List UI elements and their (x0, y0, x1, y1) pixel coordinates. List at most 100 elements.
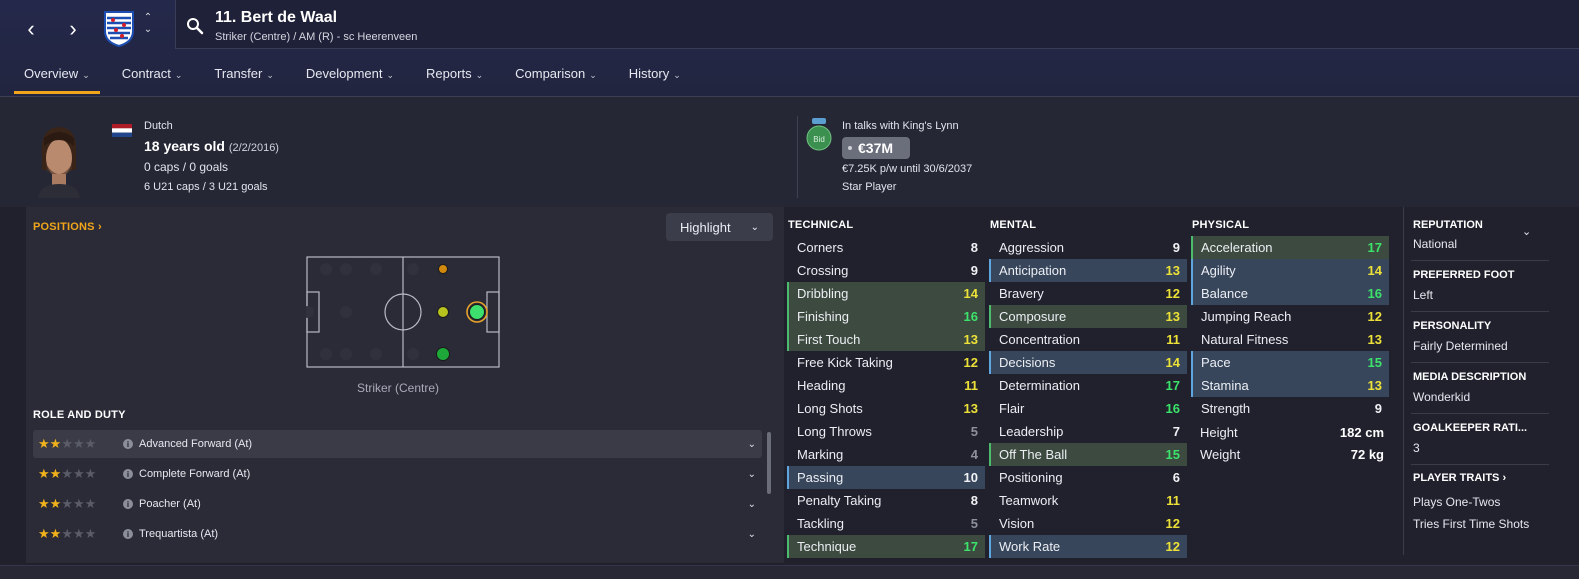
attribute-value: 6 (1172, 470, 1180, 485)
attribute-name: Flair (999, 401, 1025, 416)
tab-label: Contract (121, 66, 171, 81)
attribute-name: Decisions (999, 355, 1056, 370)
attribute-row[interactable]: Corners 8 (787, 236, 985, 259)
chevron-down-icon[interactable]: ⌄ (748, 469, 756, 480)
club-switch-arrows-icon[interactable]: ⌃ ⌄ (142, 12, 154, 36)
player-value-pill[interactable]: €37M (842, 137, 910, 159)
attribute-row[interactable]: Bravery 12 (989, 282, 1187, 305)
attribute-row[interactable]: Teamwork 11 (989, 489, 1187, 512)
attribute-name: Agility (1201, 263, 1236, 278)
attribute-value: 7 (1172, 424, 1180, 439)
attribute-row[interactable]: Heading 11 (787, 374, 985, 397)
attribute-row[interactable]: Anticipation 13 (989, 259, 1187, 282)
tab-label: History (628, 66, 670, 81)
attribute-row[interactable]: Determination 17 (989, 374, 1187, 397)
back-button[interactable]: ‹ (16, 14, 46, 44)
tab-comparison[interactable]: Comparison ⌄ (505, 60, 607, 94)
role-row[interactable]: ★★★★★ i Advanced Forward (At) ⌄ (33, 430, 762, 458)
star-icon: ★ (72, 496, 85, 511)
role-row[interactable]: ★★★★★ i Poacher (At) ⌄ (33, 490, 762, 518)
attribute-row[interactable]: Decisions 14 (989, 351, 1187, 374)
attribute-row[interactable]: Off The Ball 15 (989, 443, 1187, 466)
attribute-row[interactable]: Balance 16 (1191, 282, 1389, 305)
highlight-dropdown[interactable]: Highlight ⌄ (666, 213, 773, 241)
attribute-row[interactable]: Jumping Reach 12 (1191, 305, 1389, 328)
attribute-row[interactable]: Leadership 7 (989, 420, 1187, 443)
dot-icon (848, 146, 852, 150)
role-list-scrollbar[interactable] (767, 432, 771, 494)
attribute-name: Marking (797, 447, 844, 462)
bottom-panel-strip (0, 565, 1579, 579)
squad-status: Star Player (842, 181, 897, 193)
tab-history[interactable]: History ⌄ (619, 60, 691, 94)
tab-reports[interactable]: Reports ⌄ (416, 60, 493, 94)
attribute-name: Anticipation (999, 263, 1067, 278)
attribute-row[interactable]: Tackling 5 (787, 512, 985, 535)
attribute-row[interactable]: Vision 12 (989, 512, 1187, 535)
attribute-value: 4 (970, 447, 978, 462)
technical-attributes: Corners 8 Crossing 9 Dribbling 14 Finishing 16 F… (787, 236, 985, 558)
attribute-row[interactable]: Concentration 11 (989, 328, 1187, 351)
info-icon[interactable]: i (123, 529, 133, 539)
tab-overview[interactable]: Overview ⌄ (14, 60, 100, 94)
attribute-name: Jumping Reach (1201, 309, 1292, 324)
chevron-right-icon: › (69, 16, 77, 41)
attribute-value: 12 (1165, 539, 1180, 554)
attribute-row[interactable]: Aggression 9 (989, 236, 1187, 259)
pitch-diagram (306, 256, 500, 368)
bid-icon[interactable]: Bid (806, 118, 832, 152)
player-traits-link[interactable]: PLAYER TRAITS › (1413, 472, 1506, 484)
tab-transfer[interactable]: Transfer ⌄ (204, 60, 283, 94)
attribute-value: 10 (963, 470, 978, 485)
attribute-value: 13 (1165, 309, 1180, 324)
chevron-down-icon: ⌄ (82, 70, 90, 80)
attribute-row[interactable]: Work Rate 12 (989, 535, 1187, 558)
physical-attributes: Acceleration 17 Agility 14 Balance 16 Jumping … (1191, 236, 1389, 420)
attribute-row[interactable]: Crossing 9 (787, 259, 985, 282)
chevron-down-icon[interactable]: ⌄ (748, 499, 756, 510)
positions-link[interactable]: POSITIONS › (33, 221, 102, 233)
attribute-row[interactable]: Penalty Taking 8 (787, 489, 985, 512)
attribute-row[interactable]: Stamina 13 (1191, 374, 1389, 397)
attribute-row[interactable]: Acceleration 17 (1191, 236, 1389, 259)
position-caption: Striker (Centre) (357, 381, 440, 395)
attribute-row[interactable]: Positioning 6 (989, 466, 1187, 489)
attribute-row[interactable]: Pace 15 (1191, 351, 1389, 374)
attribute-name: Technique (797, 539, 857, 554)
attribute-row[interactable]: First Touch 13 (787, 328, 985, 351)
club-crest-icon[interactable] (102, 9, 136, 47)
attribute-name: Work Rate (999, 539, 1061, 554)
attribute-row[interactable]: Strength 9 (1191, 397, 1389, 420)
attribute-row[interactable]: Technique 17 (787, 535, 985, 558)
attribute-row[interactable]: Agility 14 (1191, 259, 1389, 282)
attribute-name: Tackling (797, 516, 844, 531)
info-icon[interactable]: i (123, 499, 133, 509)
attribute-row[interactable]: Marking 4 (787, 443, 985, 466)
star-icon: ★ (49, 496, 62, 511)
role-row[interactable]: ★★★★★ i Trequartista (At) ⌄ (33, 520, 762, 548)
tab-contract[interactable]: Contract ⌄ (112, 60, 193, 94)
attribute-row[interactable]: Flair 16 (989, 397, 1187, 420)
attribute-row[interactable]: Free Kick Taking 12 (787, 351, 985, 374)
attribute-name: Balance (1201, 286, 1248, 301)
attribute-row[interactable]: Finishing 16 (787, 305, 985, 328)
attribute-row[interactable]: Composure 13 (989, 305, 1187, 328)
star-icon: ★ (72, 526, 85, 541)
info-icon[interactable]: i (123, 439, 133, 449)
attribute-name: Teamwork (999, 493, 1059, 508)
attribute-row[interactable]: Passing 10 (787, 466, 985, 489)
forward-button[interactable]: › (58, 14, 88, 44)
reputation-dropdown-chevron-icon[interactable]: ⌄ (1522, 225, 1531, 238)
attribute-row[interactable]: Long Shots 13 (787, 397, 985, 420)
attribute-row[interactable]: Long Throws 5 (787, 420, 985, 443)
chevron-down-icon[interactable]: ⌄ (748, 439, 756, 450)
search-icon[interactable] (186, 17, 204, 35)
attribute-row[interactable]: Dribbling 14 (787, 282, 985, 305)
chevron-down-icon[interactable]: ⌄ (748, 529, 756, 540)
role-row[interactable]: ★★★★★ i Complete Forward (At) ⌄ (33, 460, 762, 488)
info-icon[interactable]: i (123, 469, 133, 479)
attribute-value: 15 (1165, 447, 1180, 462)
divider (1411, 362, 1549, 363)
attribute-row[interactable]: Natural Fitness 13 (1191, 328, 1389, 351)
tab-development[interactable]: Development ⌄ (296, 60, 404, 94)
